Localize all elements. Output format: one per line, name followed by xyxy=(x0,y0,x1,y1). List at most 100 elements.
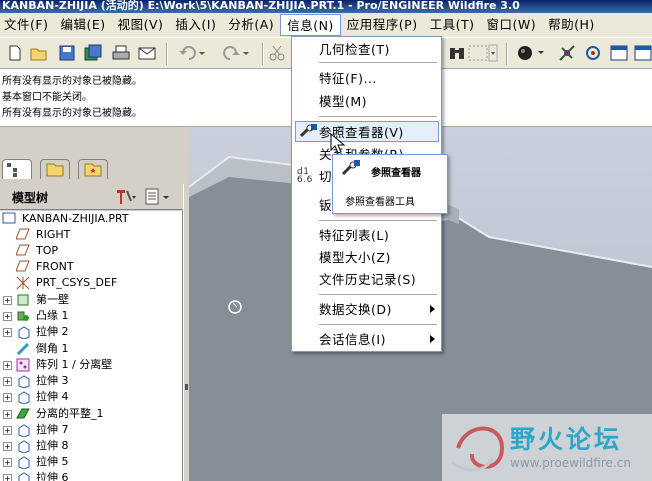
layer-icon[interactable] xyxy=(582,42,604,64)
menu-item-label: 会话信息(I) xyxy=(319,332,386,347)
tree-item-label: 拉伸 8 xyxy=(36,439,69,452)
menu-window[interactable]: 窗口(W) xyxy=(480,14,542,36)
save-icon[interactable] xyxy=(56,42,78,64)
expand-toggle-icon[interactable]: + xyxy=(3,457,12,467)
feature-icon xyxy=(16,471,30,481)
model-tree-header: 模型树 xyxy=(0,184,183,210)
menu-bar: 文件(F) 编辑(E) 视图(V) 插入(I) 分析(A) 信息(N) 应用程序… xyxy=(0,13,652,37)
show-menu-icon[interactable] xyxy=(144,187,174,207)
view-manager-icon[interactable] xyxy=(608,42,630,64)
binoculars-icon[interactable] xyxy=(446,42,468,64)
navigator-tabs xyxy=(0,157,188,181)
switch-dimensions-icon: d1 6.6 xyxy=(297,167,313,185)
model-tree-title: 模型树 xyxy=(12,191,49,205)
menu-item-model-size[interactable]: 模型大小(Z) xyxy=(292,247,441,268)
menu-item-reference-viewer[interactable]: 参照查看器(V) xyxy=(295,121,439,142)
model-tree: KANBAN-ZHIJIA.PRT RIGHT TOP FRONT PRT_CSYS_D… xyxy=(0,211,183,481)
window-title: KANBAN-ZHIJIA (活动的) E:\Work\5\KANBAN-ZHI… xyxy=(2,0,520,12)
feature-icon xyxy=(2,212,16,229)
tab-model-tree[interactable] xyxy=(2,159,32,179)
redo-icon[interactable] xyxy=(216,42,256,64)
tree-item-label: 倒角 1 xyxy=(36,342,69,355)
menu-tools[interactable]: 工具(T) xyxy=(424,14,481,36)
menu-item-feature-list[interactable]: 特征列表(L) xyxy=(292,225,441,246)
expand-toggle-icon[interactable]: + xyxy=(3,441,12,451)
tree-item-label: KANBAN-ZHIJIA.PRT xyxy=(22,212,129,225)
menu-analysis[interactable]: 分析(A) xyxy=(222,14,280,36)
menu-separator xyxy=(319,294,437,295)
menu-item-geometry-check[interactable]: 几何检查(T) xyxy=(292,39,441,60)
tree-item-label: 拉伸 6 xyxy=(36,471,69,481)
menu-item-file-history[interactable]: 文件历史记录(S) xyxy=(292,269,441,290)
menu-insert[interactable]: 插入(I) xyxy=(169,14,222,36)
feature-icon xyxy=(15,228,30,245)
menu-item-label: 数据交换(D) xyxy=(319,302,392,317)
shading-icon[interactable] xyxy=(514,42,550,64)
menu-edit[interactable]: 编辑(E) xyxy=(54,14,111,36)
menu-separator xyxy=(319,116,437,117)
spin-center-icon[interactable] xyxy=(556,42,578,64)
reference-viewer-icon xyxy=(299,124,317,140)
app-window: KANBAN-ZHIJIA (活动的) E:\Work\5\KANBAN-ZHI… xyxy=(0,0,652,481)
tree-item-label: FRONT xyxy=(36,260,74,273)
tree-item-label: 凸缘 1 xyxy=(36,309,69,322)
menu-help[interactable]: 帮助(H) xyxy=(542,14,601,36)
menu-item-session-info[interactable]: 会话信息(I) xyxy=(292,329,441,350)
tree-item-label: 拉伸 7 xyxy=(36,423,69,436)
save-copy-icon[interactable] xyxy=(82,42,104,64)
expand-toggle-icon[interactable]: + xyxy=(3,392,12,402)
tree-item-label: 拉伸 5 xyxy=(36,455,69,468)
email-icon[interactable] xyxy=(136,42,158,64)
tree-item-label: PRT_CSYS_DEF xyxy=(36,276,118,289)
expand-toggle-icon[interactable]: + xyxy=(3,376,12,386)
forum-watermark: 野火论坛 www.proewildfire.cn xyxy=(442,414,652,481)
saved-views-icon[interactable] xyxy=(632,42,652,64)
tree-settings-icon[interactable] xyxy=(114,187,138,207)
menu-item-data-exchange[interactable]: 数据交换(D) xyxy=(292,299,441,320)
menu-view[interactable]: 视图(V) xyxy=(112,14,170,36)
tree-item-label: 第一壁 xyxy=(36,293,69,306)
menu-file[interactable]: 文件(F) xyxy=(0,14,54,36)
mouse-cursor-icon xyxy=(330,132,346,155)
expand-toggle-icon[interactable]: + xyxy=(3,295,12,305)
tree-item-label: 拉伸 4 xyxy=(36,390,69,403)
menu-info[interactable]: 信息(N) xyxy=(280,14,341,36)
tab-folder-browser[interactable] xyxy=(40,159,70,179)
watermark-url: www.proewildfire.cn xyxy=(510,456,631,470)
tree-item-label: 拉伸 2 xyxy=(36,325,69,338)
menu-separator xyxy=(319,220,437,221)
watermark-logo xyxy=(450,426,505,472)
tree-item-label: 分离的平整_1 xyxy=(36,407,104,420)
undo-icon[interactable] xyxy=(172,42,212,64)
tree-item-label: TOP xyxy=(36,244,59,257)
menu-separator xyxy=(319,62,437,63)
cut-icon[interactable] xyxy=(266,42,288,64)
submenu-arrow-icon xyxy=(430,305,435,313)
message-line: 基本窗口不能关闭。 xyxy=(2,92,92,103)
tree-item-label: 阵列 1 / 分离壁 xyxy=(36,358,113,371)
menu-item-feature[interactable]: 特征(F)... xyxy=(292,68,441,89)
tooltip: 参照查看器 参照查看器工具 xyxy=(332,154,448,214)
message-line: 所有没有显示的对象已被隐藏。 xyxy=(2,108,142,119)
submenu-arrow-icon xyxy=(430,335,435,343)
open-folder-icon[interactable] xyxy=(28,42,50,64)
expand-toggle-icon[interactable]: + xyxy=(3,327,12,337)
selection-filter-dropdown[interactable] xyxy=(466,42,500,64)
tree-item-label: RIGHT xyxy=(36,228,71,241)
menu-item-model[interactable]: 模型(M) xyxy=(292,91,441,112)
message-line: 所有没有显示的对象已被隐藏。 xyxy=(2,76,142,87)
menu-separator xyxy=(319,324,437,325)
new-file-icon[interactable] xyxy=(4,42,26,64)
expand-toggle-icon[interactable]: + xyxy=(3,360,12,370)
tooltip-icon xyxy=(341,160,361,178)
expand-toggle-icon[interactable]: + xyxy=(3,409,12,419)
expand-toggle-icon[interactable]: + xyxy=(3,311,12,321)
feature-icon xyxy=(15,244,30,261)
feature-icon xyxy=(15,260,30,277)
expand-toggle-icon[interactable]: + xyxy=(3,473,12,481)
tab-favorites[interactable] xyxy=(78,159,108,179)
expand-toggle-icon[interactable]: + xyxy=(3,425,12,435)
print-icon[interactable] xyxy=(110,42,132,64)
menu-applications[interactable]: 应用程序(P) xyxy=(341,14,424,36)
title-bar: KANBAN-ZHIJIA (活动的) E:\Work\5\KANBAN-ZHI… xyxy=(0,0,652,13)
